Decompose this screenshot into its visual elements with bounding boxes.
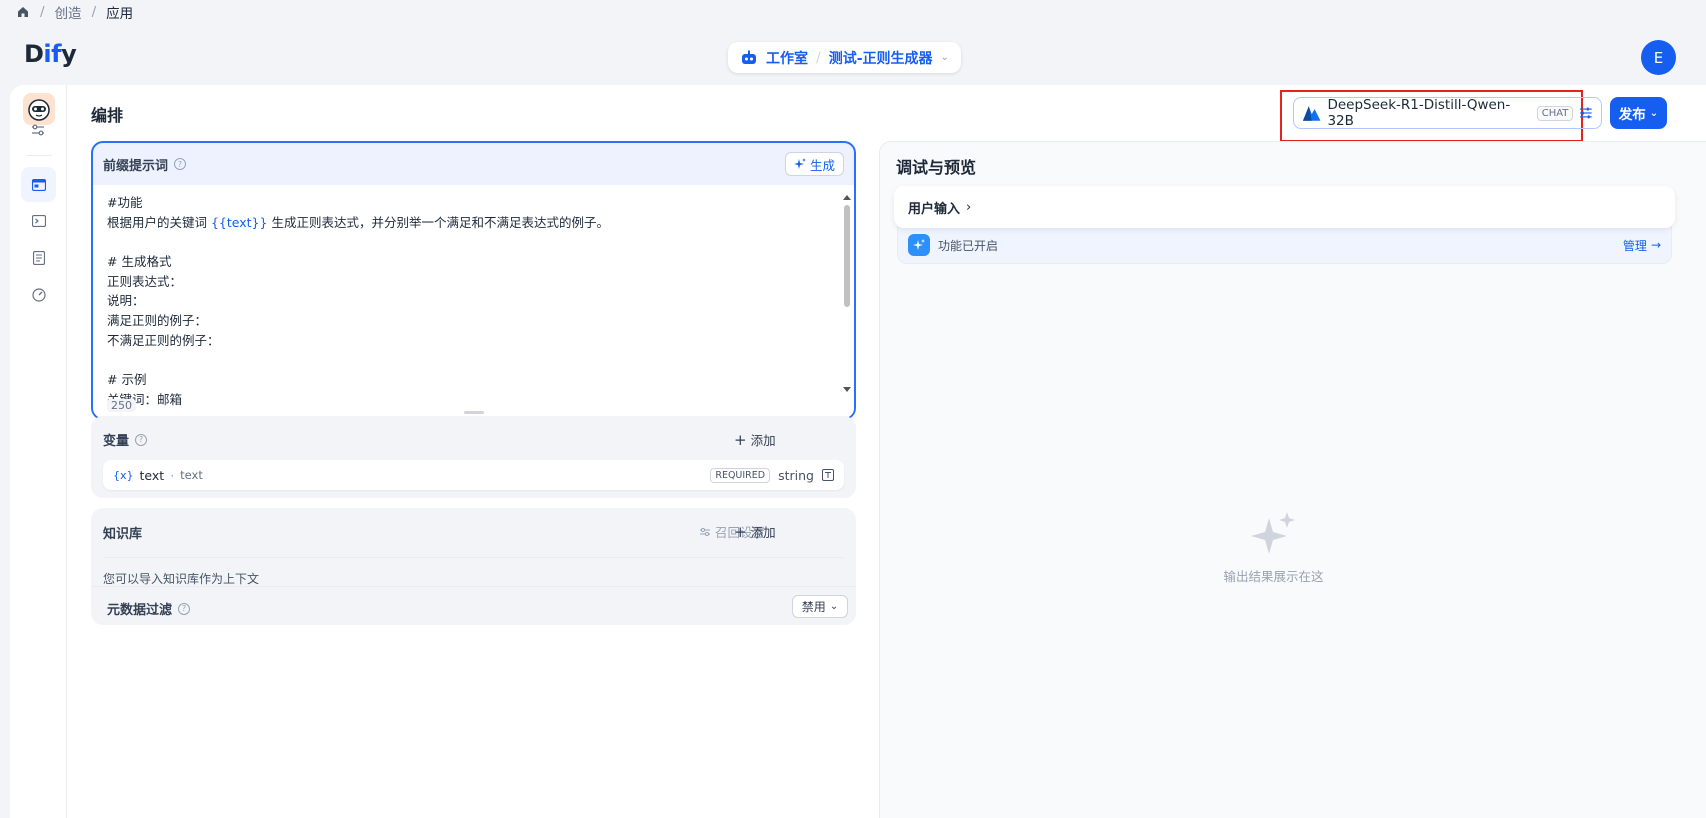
knowledge-description: 您可以导入知识库作为上下文 xyxy=(103,557,844,587)
variable-row[interactable]: {x} text · text REQUIRED string xyxy=(103,460,844,490)
page-title: 编排 xyxy=(91,106,124,125)
prompt-line: 关键词：邮箱 xyxy=(107,391,183,407)
chevron-down-icon: ⌄ xyxy=(1649,107,1659,119)
nav-logs[interactable] xyxy=(21,240,56,275)
sparkle-icon xyxy=(793,158,806,169)
prompt-card: 前缀提示词? 生成 #功能 根据用户的关键词 {{text}} 生成正则表达式，… xyxy=(91,141,856,420)
deepseek-model-icon xyxy=(1302,106,1321,121)
required-badge: REQUIRED xyxy=(710,467,771,483)
variable-name: text xyxy=(139,467,165,483)
help-icon[interactable]: ? xyxy=(178,602,191,615)
add-knowledge-button[interactable]: + 添加 xyxy=(734,522,776,541)
publish-label: 发布 xyxy=(1618,107,1646,123)
variable-dot: · xyxy=(170,467,175,483)
sparkles-icon xyxy=(1250,512,1295,554)
chevron-down-icon: ⌄ xyxy=(940,52,949,63)
document-icon xyxy=(32,250,45,265)
char-count: 250 xyxy=(107,399,136,412)
variable-label: text xyxy=(180,468,203,482)
manage-features-button[interactable]: 管理 → xyxy=(1623,237,1661,254)
metadata-filter-label: 元数据过滤 xyxy=(107,603,173,618)
metadata-filter-row: 元数据过滤? 禁用 ⌄ xyxy=(91,586,856,625)
switcher-separator: / xyxy=(816,49,821,66)
knowledge-card: 知识库 召回设置 + 添加 您可以导入知识库作为上下文 元数据过滤? 禁用 ⌄ xyxy=(91,508,856,625)
sparkle-feature-icon xyxy=(908,234,930,256)
resize-handle[interactable] xyxy=(464,411,484,414)
add-variable-button[interactable]: + 添加 xyxy=(734,430,776,449)
prompt-line: 满足正则的例子： xyxy=(107,313,208,329)
prompt-editor[interactable]: #功能 根据用户的关键词 {{text}} 生成正则表达式，并分别举一个满足和不… xyxy=(93,185,854,418)
model-settings-icon[interactable] xyxy=(1579,107,1593,119)
prompt-label: 前缀提示词 xyxy=(103,158,169,174)
nav-api[interactable] xyxy=(21,203,56,238)
robot-icon xyxy=(742,50,756,64)
publish-button[interactable]: 发布 ⌄ xyxy=(1610,97,1667,129)
nav-orchestrate[interactable] xyxy=(21,167,56,202)
breadcrumb-separator: / xyxy=(91,4,97,20)
breadcrumb-separator: / xyxy=(40,4,45,20)
preview-title: 调试与预览 xyxy=(896,158,977,177)
knowledge-label: 知识库 xyxy=(103,527,143,542)
window-icon xyxy=(31,178,46,191)
plus-icon: + xyxy=(734,430,747,449)
prompt-line: 说明： xyxy=(107,293,145,309)
main-panel: 编排 DeepSeek-R1-Distill-Qwen-32B CHAT 发布 … xyxy=(10,85,1706,818)
chevron-down-icon: ⌄ xyxy=(829,601,839,612)
prompt-line: #功能 xyxy=(107,195,143,210)
arrow-right-icon: → xyxy=(1650,238,1661,252)
breadcrumb-item-apps[interactable]: 应用 xyxy=(106,2,133,22)
model-selector-button[interactable]: DeepSeek-R1-Distill-Qwen-32B CHAT xyxy=(1293,97,1602,129)
side-nav xyxy=(10,85,67,818)
generate-label: 生成 xyxy=(809,157,835,173)
prompt-line: # 示例 xyxy=(107,372,147,388)
metadata-filter-select[interactable]: 禁用 ⌄ xyxy=(792,595,848,618)
scroll-up-arrow[interactable] xyxy=(843,195,851,200)
app-switcher[interactable]: 工作室 / 测试-正则生成器 ⌄ xyxy=(728,42,961,73)
variable-icon: {x} xyxy=(113,468,134,482)
chevron-right-icon: › xyxy=(966,199,972,215)
plus-icon: + xyxy=(734,522,747,541)
home-icon[interactable] xyxy=(16,5,30,19)
empty-output-text: 输出结果展示在这 xyxy=(1223,569,1324,584)
app-name[interactable]: 测试-正则生成器 xyxy=(829,48,933,68)
sliders-icon xyxy=(700,527,710,536)
prompt-line xyxy=(107,351,840,371)
prompt-line xyxy=(107,232,840,252)
features-bar: 功能已开启 管理 → xyxy=(897,226,1672,264)
prompt-variable-tag[interactable]: {{text}} xyxy=(211,215,267,230)
workspace-name[interactable]: 工作室 xyxy=(766,48,808,68)
gauge-icon xyxy=(31,287,46,302)
debug-preview-panel: 调试与预览 功能已开启 管理 → 用户输入 › 输出结果展示在这 xyxy=(879,141,1706,818)
dify-logo[interactable]: Dify xyxy=(24,40,77,68)
settings-sliders-icon[interactable] xyxy=(30,123,46,137)
prompt-line: 正则表达式： xyxy=(107,273,183,289)
prompt-line: # 生成格式 xyxy=(107,254,172,270)
breadcrumb: / 创造 / 应用 xyxy=(16,2,133,22)
breadcrumb-item-create[interactable]: 创造 xyxy=(55,2,82,22)
variables-label: 变量 xyxy=(103,434,130,449)
scrollbar-thumb[interactable] xyxy=(844,205,850,307)
text-input-type-icon xyxy=(822,469,834,481)
scroll-down-arrow[interactable] xyxy=(843,387,851,392)
prompt-line: 根据用户的关键词 {{text}} 生成正则表达式，并分别举一个满足和不满足表达… xyxy=(107,214,609,230)
generate-button[interactable]: 生成 xyxy=(784,152,844,176)
variable-type: string xyxy=(778,467,814,483)
terminal-icon xyxy=(31,214,46,227)
model-mode-badge: CHAT xyxy=(1536,105,1574,121)
avatar[interactable]: E xyxy=(1641,40,1676,75)
help-icon[interactable]: ? xyxy=(135,433,148,446)
app-avatar-icon[interactable] xyxy=(23,93,55,125)
model-name: DeepSeek-R1-Distill-Qwen-32B xyxy=(1327,97,1511,129)
prompt-line: 不满足正则的例子： xyxy=(107,332,220,348)
features-enabled-label: 功能已开启 xyxy=(938,238,999,253)
empty-output-state: 输出结果展示在这 xyxy=(880,512,1667,585)
user-input-toggle[interactable]: 用户输入 › xyxy=(894,186,1675,228)
nav-monitoring[interactable] xyxy=(21,277,56,312)
variables-card: 变量? + 添加 {x} text · text REQUIRED string xyxy=(91,416,856,498)
help-icon[interactable]: ? xyxy=(174,158,187,170)
nav-divider xyxy=(26,155,52,156)
